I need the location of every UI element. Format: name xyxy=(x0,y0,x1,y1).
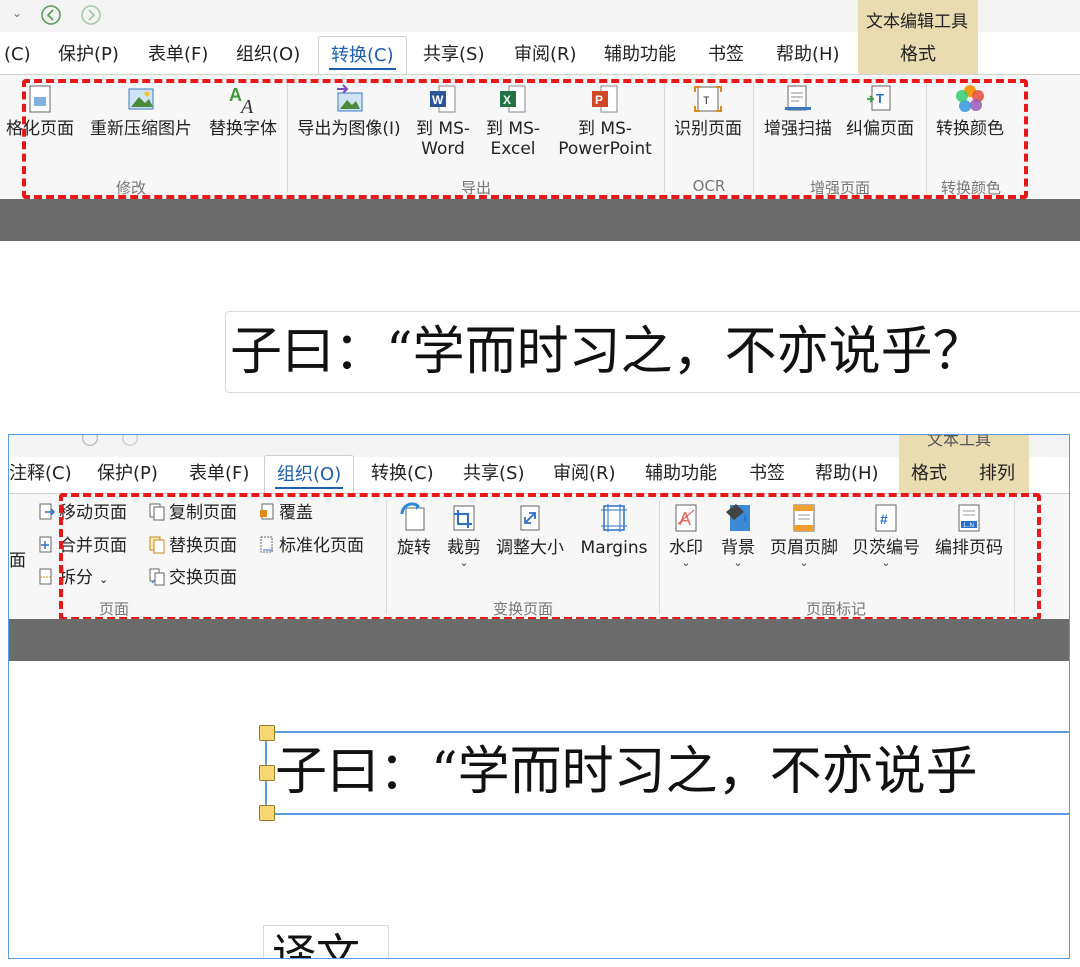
menu-bookmark[interactable]: 书签 xyxy=(749,455,785,493)
back-arrow-icon[interactable] xyxy=(40,4,62,26)
top-menu-bar: (C) 保护(P) 表单(F) 组织(O) 转换(C) 共享(S) 审阅(R) … xyxy=(0,36,1080,75)
ribbon-left-cut-label: 面 xyxy=(9,551,26,571)
menu-convert[interactable]: 转换(C) xyxy=(318,36,407,75)
move-page-icon xyxy=(39,503,55,520)
dropdown-arrow-icon[interactable]: ⌄ xyxy=(12,6,22,20)
menu-help[interactable]: 帮助(H) xyxy=(815,455,879,493)
menu-comment[interactable]: 注释(C) xyxy=(9,455,72,493)
resize-handle[interactable] xyxy=(259,765,275,781)
menu-review[interactable]: 审阅(R) xyxy=(553,455,616,493)
menu-accessibility[interactable]: 辅助功能 xyxy=(645,455,717,493)
menu-form[interactable]: 表单(F) xyxy=(189,455,249,493)
merge-page-icon xyxy=(39,536,52,553)
menu-protect[interactable]: 保护(P) xyxy=(97,455,158,493)
bottom-menu-bar: 注释(C) 保护(P) 表单(F) 组织(O) 转换(C) 共享(S) 审阅(R… xyxy=(9,455,1069,494)
menu-comment-cut[interactable]: (C) xyxy=(4,36,31,74)
forward-arrow-icon[interactable] xyxy=(121,434,139,447)
menu-protect[interactable]: 保护(P) xyxy=(58,36,119,74)
highlight-box xyxy=(22,79,1028,199)
workspace-divider xyxy=(0,199,1080,241)
menu-convert[interactable]: 转换(C) xyxy=(371,455,434,493)
context-group-label: 文本编辑工具 xyxy=(866,12,968,32)
bottom-document-area: 子曰：“学而时习之，不亦说乎 译文 xyxy=(9,661,1069,959)
context-tab-format[interactable]: 格式 xyxy=(911,455,947,493)
translation-heading: 译文 xyxy=(272,930,360,959)
split-icon xyxy=(39,568,52,585)
menu-review[interactable]: 审阅(R) xyxy=(514,36,577,74)
top-window: ⌄ 文本编辑工具 (C) 保护(P) 表单(F) 组织(O) 转换(C) 共享(… xyxy=(0,0,1080,432)
resize-handle[interactable] xyxy=(259,805,275,821)
top-document-area: 子曰：“学而时习之，不亦说乎？ xyxy=(0,241,1080,432)
context-tab-arrange[interactable]: 排列 xyxy=(979,455,1015,493)
context-tab-format[interactable]: 格式 xyxy=(900,36,936,74)
bottom-window: 文本工具 注释(C) 保护(P) 表单(F) 组织(O) 转换(C) 共享(S)… xyxy=(8,434,1070,959)
menu-organize[interactable]: 组织(O) xyxy=(264,455,355,494)
resize-handle[interactable] xyxy=(259,725,275,741)
document-text: 子曰：“学而时习之，不亦说乎 xyxy=(275,742,978,802)
menu-help[interactable]: 帮助(H) xyxy=(776,36,840,74)
translation-heading-box[interactable]: 译文 xyxy=(263,925,389,959)
workspace-divider xyxy=(9,619,1069,661)
back-arrow-icon[interactable] xyxy=(81,434,99,447)
menu-bookmark[interactable]: 书签 xyxy=(708,36,744,74)
menu-form[interactable]: 表单(F) xyxy=(148,36,208,74)
context-group-label: 文本工具 xyxy=(927,434,992,449)
menu-share[interactable]: 共享(S) xyxy=(423,36,484,74)
forward-arrow-icon[interactable] xyxy=(80,4,102,26)
menu-share[interactable]: 共享(S) xyxy=(463,455,524,493)
menu-accessibility[interactable]: 辅助功能 xyxy=(604,36,676,74)
document-text-box[interactable]: 子曰：“学而时习之，不亦说乎？ xyxy=(225,311,1080,393)
menu-organize[interactable]: 组织(O) xyxy=(236,36,300,74)
selected-text-box[interactable]: 子曰：“学而时习之，不亦说乎 xyxy=(265,731,1069,815)
highlight-box xyxy=(59,493,1041,621)
document-text: 子曰：“学而时习之，不亦说乎？ xyxy=(230,322,985,382)
